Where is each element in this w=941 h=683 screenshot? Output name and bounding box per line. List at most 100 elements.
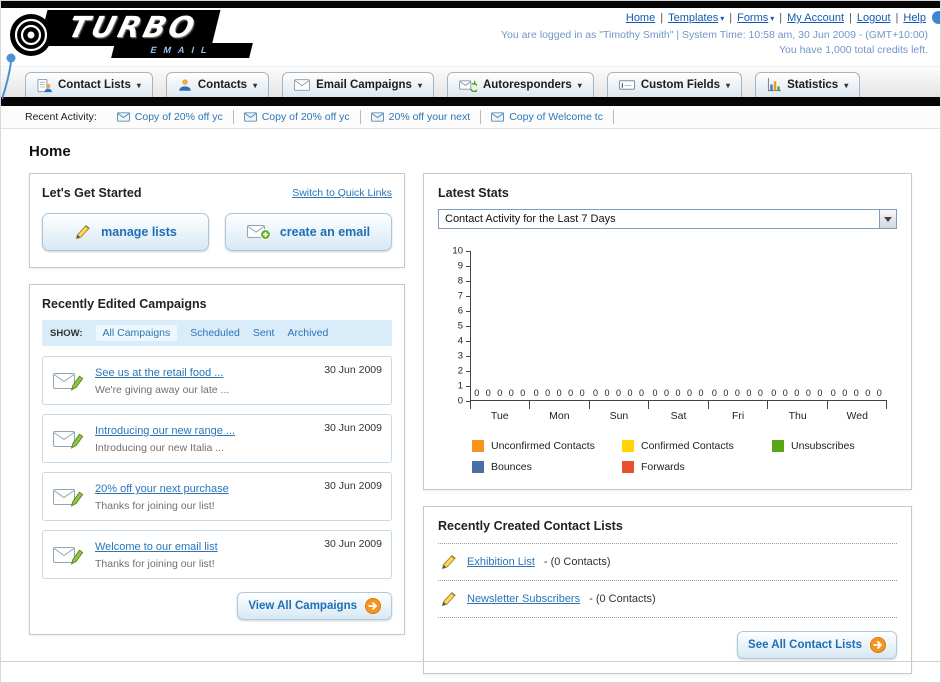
x-axis-tick: [588, 400, 590, 409]
campaign-filter-sent[interactable]: Sent: [253, 327, 275, 339]
y-axis-label: 8: [457, 275, 463, 287]
campaign-title-link[interactable]: See us at the retail food ...: [95, 367, 223, 379]
x-axis-tick: [529, 400, 531, 409]
chart-y-axis: 0 1 2 3 4 5 6 7 8 9 10: [438, 246, 470, 407]
nav-tab-contacts[interactable]: Contacts ▾: [165, 72, 270, 97]
recent-activity-link[interactable]: 20% off your next: [389, 111, 471, 123]
nav-tab-label: Autoresponders: [482, 79, 572, 91]
chevron-down-icon: ▾: [136, 80, 141, 90]
contact-list-item[interactable]: Newsletter Subscribers - (0 Contacts): [438, 581, 897, 618]
nav-separator: |: [729, 12, 733, 24]
nav-separator: |: [779, 12, 783, 24]
nav-tab-autoresponders[interactable]: Autoresponders ▾: [446, 72, 594, 97]
contact-list-link[interactable]: Exhibition List: [467, 556, 535, 568]
decor-swoosh-left-icon: [2, 53, 16, 100]
chevron-down-icon: ▾: [253, 80, 258, 90]
recently-created-contact-lists-panel: Recently Created Contact Lists Exhibitio…: [423, 506, 912, 674]
campaign-title-link[interactable]: Welcome to our email list: [95, 541, 218, 553]
header-nav-links: Home | Templates ▾ | Forms ▾ | My Account | Logout…: [501, 12, 928, 24]
recent-activity-item[interactable]: Copy of 20% off yc: [107, 110, 234, 124]
recent-activity-link[interactable]: Copy of 20% off yc: [262, 111, 350, 123]
y-axis-label: 9: [457, 260, 463, 272]
email-plus-icon: [246, 224, 271, 240]
header-link-my-account[interactable]: My Account: [787, 12, 844, 24]
y-axis-label: 6: [457, 305, 463, 317]
chevron-down-icon: ▾: [770, 14, 775, 23]
statistics-icon: [767, 78, 782, 92]
contact-list-item[interactable]: Exhibition List - (0 Contacts): [438, 544, 897, 581]
recent-activity-item[interactable]: Copy of 20% off yc: [234, 110, 361, 124]
recent-activity-item[interactable]: Copy of Welcome tc: [481, 110, 614, 124]
see-all-contact-lists-button[interactable]: See All Contact Lists: [737, 631, 897, 659]
create-an-email-button[interactable]: create an email: [225, 213, 392, 251]
manage-lists-button[interactable]: manage lists: [42, 213, 209, 251]
recent-activity-bar: Recent Activity: Copy of 20% off yc Copy …: [1, 106, 940, 129]
create-email-label: create an email: [279, 225, 371, 239]
nav-tab-contact-lists[interactable]: Contact Lists ▾: [25, 72, 153, 97]
contact-lists-list: Exhibition List - (0 Contacts) Newsletter …: [438, 543, 897, 618]
campaign-filter-all-campaigns[interactable]: All Campaigns: [95, 325, 178, 341]
get-started-panel: Let's Get Started Switch to Quick Links …: [29, 173, 405, 268]
nav-tab-custom-fields[interactable]: Custom Fields ▾: [606, 72, 743, 97]
bar-value-labels: 0 0 0 0 0: [830, 388, 884, 398]
nav-separator: |: [660, 12, 664, 24]
recent-activity-item[interactable]: 20% off your next: [361, 110, 482, 124]
header-link-logout[interactable]: Logout: [857, 12, 891, 24]
x-axis-tick: [707, 400, 709, 409]
recent-activity-link[interactable]: Copy of Welcome tc: [509, 111, 603, 123]
select-dropdown-arrow-icon[interactable]: [879, 210, 896, 228]
email-icon: [116, 112, 130, 122]
campaigns-title: Recently Edited Campaigns: [42, 297, 207, 311]
recently-edited-campaigns-panel: Recently Edited Campaigns SHOW: All Camp…: [29, 284, 405, 635]
recent-activity-link[interactable]: Copy of 20% off yc: [135, 111, 223, 123]
top-black-bar: [1, 1, 940, 8]
nav-tab-label: Statistics: [787, 79, 839, 91]
campaign-title-link[interactable]: Introducing our new range ...: [95, 425, 235, 437]
legend-item: Forwards: [622, 461, 772, 473]
campaign-list-item[interactable]: 20% off your next purchase Thanks for joi…: [42, 472, 392, 521]
header-link-home[interactable]: Home: [626, 12, 655, 24]
custom-fields-icon: [618, 79, 635, 91]
campaign-list-item[interactable]: See us at the retail food ... We're givin…: [42, 356, 392, 405]
bar-value-labels: 0 0 0 0 0: [771, 388, 825, 398]
pencil-icon: [440, 553, 458, 571]
x-axis-label: Tue: [490, 410, 509, 422]
y-axis-label: 1: [457, 380, 463, 392]
view-all-campaigns-button[interactable]: View All Campaigns: [237, 592, 392, 620]
email-campaigns-icon: [294, 79, 311, 91]
y-axis-label: 5: [457, 320, 463, 332]
main-nav: Contact Lists ▾ Contacts ▾ Email Campaigns ▾ A…: [1, 66, 940, 97]
contact-list-count: - (0 Contacts): [543, 556, 611, 568]
x-axis-label: Thu: [788, 410, 807, 422]
decor-dot-right-icon: [932, 11, 940, 24]
logo-subtitle: EMAIL: [111, 43, 253, 58]
header-link-help[interactable]: Help: [903, 12, 926, 24]
recent-activity-items: Copy of 20% off yc Copy of 20% off yc 20% …: [107, 110, 614, 124]
bar-value-labels: 0 0 0 0 0: [593, 388, 647, 398]
contact-lists-icon: [37, 78, 52, 93]
switch-to-quick-links-link[interactable]: Switch to Quick Links: [292, 187, 392, 199]
campaign-date: 30 Jun 2009: [324, 480, 382, 492]
campaign-filter-archived[interactable]: Archived: [287, 327, 328, 339]
nav-tab-statistics[interactable]: Statistics ▾: [755, 72, 861, 97]
stats-period-select[interactable]: Contact Activity for the Last 7 Days: [438, 209, 897, 229]
header-link-templates[interactable]: Templates ▾: [668, 12, 724, 24]
campaign-filter-scheduled[interactable]: Scheduled: [190, 327, 240, 339]
campaign-title-link[interactable]: 20% off your next purchase: [95, 483, 229, 495]
nav-tab-email-campaigns[interactable]: Email Campaigns ▾: [282, 72, 434, 97]
campaign-list-item[interactable]: Introducing our new range ... Introducing…: [42, 414, 392, 463]
turbo-email-logo[interactable]: TURBO EMAIL: [9, 10, 253, 62]
campaign-list-item[interactable]: Welcome to our email list Thanks for join…: [42, 530, 392, 579]
legend-item: Unconfirmed Contacts: [472, 440, 622, 452]
chevron-down-icon: ▾: [417, 80, 422, 90]
email-pencil-icon: [53, 479, 85, 512]
header-link-forms[interactable]: Forms ▾: [737, 12, 774, 24]
campaign-date: 30 Jun 2009: [324, 422, 382, 434]
y-axis-label: 7: [457, 290, 463, 302]
email-pencil-icon: [53, 421, 85, 454]
email-icon: [370, 112, 384, 122]
chevron-down-icon: ▾: [577, 80, 582, 90]
legend-label: Unconfirmed Contacts: [491, 440, 595, 452]
x-axis-tick: [885, 400, 887, 409]
contact-list-link[interactable]: Newsletter Subscribers: [467, 593, 580, 605]
